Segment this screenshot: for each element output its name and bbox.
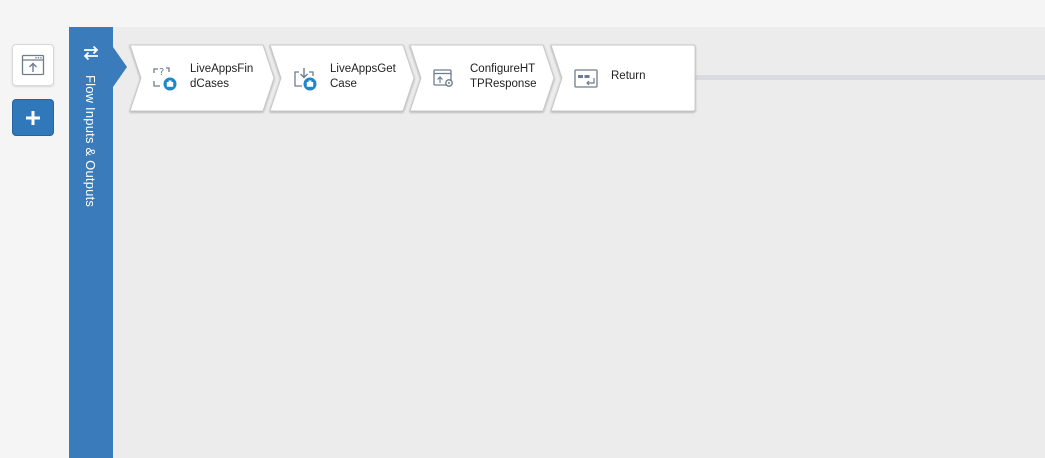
step-configure-http-response[interactable]: ConfigureHT TPResponse: [409, 44, 555, 112]
plus-icon: [26, 110, 40, 125]
step-label-line2: dCases: [190, 78, 229, 90]
flow-inputs-outputs-tab[interactable]: Flow Inputs & Outputs: [69, 27, 113, 458]
step-label: Return: [611, 69, 689, 84]
swap-arrows-icon: [83, 45, 99, 61]
get-case-icon: [294, 68, 317, 91]
left-rail: [0, 0, 69, 458]
flow-inputs-outputs-label: Flow Inputs & Outputs: [83, 75, 98, 208]
configure-response-icon: [433, 69, 453, 87]
trigger-button[interactable]: [12, 44, 54, 86]
flow-connector-line: [669, 75, 1045, 80]
svg-text:?: ?: [159, 67, 164, 78]
step-label-line2: TPResponse: [470, 78, 537, 90]
step-label: LiveAppsFin dCases: [190, 62, 268, 92]
add-trigger-button[interactable]: [12, 99, 54, 136]
step-label: LiveAppsGet Case: [330, 62, 408, 92]
step-label: ConfigureHT TPResponse: [470, 62, 548, 92]
browser-upload-icon: [21, 54, 45, 76]
step-label-line2: Case: [330, 78, 357, 90]
step-livеapps-find-cases[interactable]: ? LiveAppsFin dCases: [129, 44, 275, 112]
find-cases-icon: ?: [153, 67, 177, 91]
step-label-line1: ConfigureHT: [470, 63, 536, 75]
return-icon: [574, 69, 598, 88]
flow-canvas: Flow Inputs & Outputs ? LiveAppsFin dCas…: [69, 27, 1045, 458]
step-return[interactable]: Return: [550, 44, 696, 112]
io-bar-pointer: [113, 47, 127, 87]
step-label-line1: LiveAppsFin: [190, 63, 254, 75]
step-label-line1: LiveAppsGet: [330, 63, 396, 75]
step-liveapps-get-case[interactable]: LiveAppsGet Case: [269, 44, 415, 112]
step-label-line1: Return: [611, 70, 646, 82]
